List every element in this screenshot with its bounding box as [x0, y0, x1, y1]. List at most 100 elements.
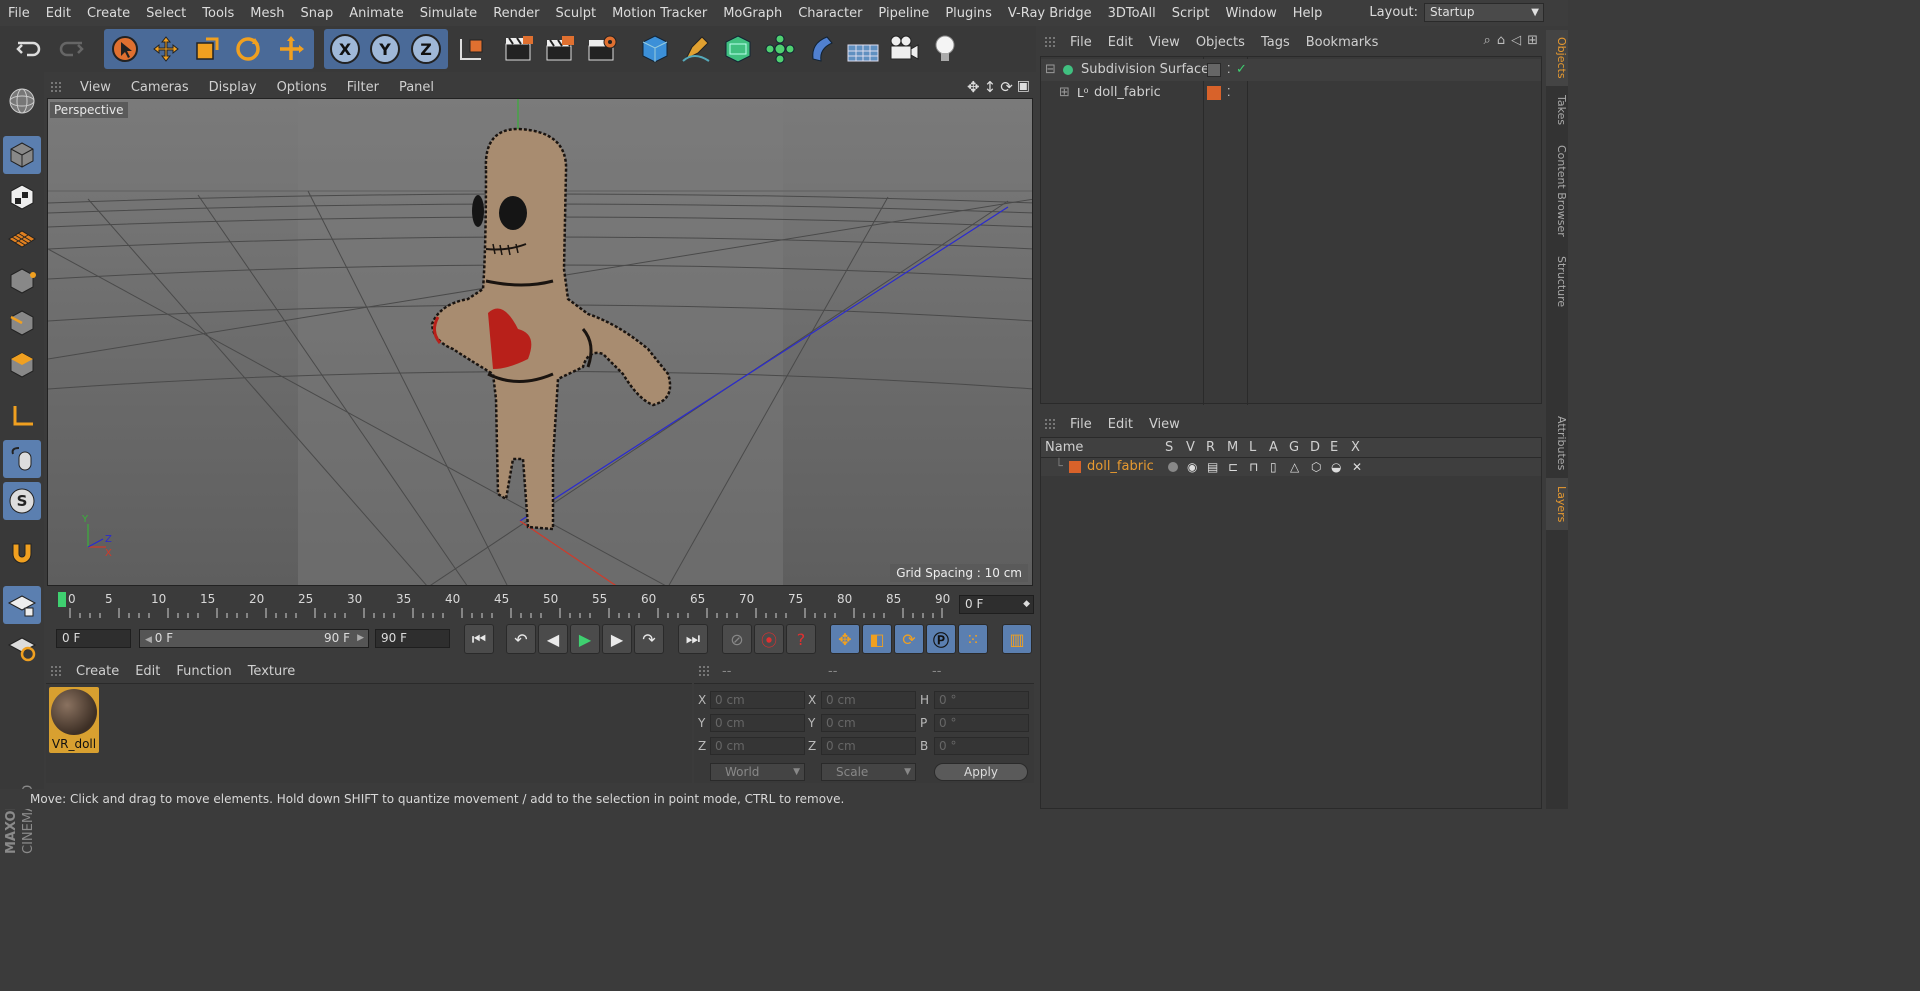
playhead-marker[interactable]	[58, 592, 66, 607]
tab-takes[interactable]: Takes	[1546, 88, 1568, 132]
preview-range-slider[interactable]: ◀ 0 F 90 F ▶	[139, 629, 369, 648]
menu-3dtoall[interactable]: 3DToAll	[1100, 6, 1164, 21]
home-icon[interactable]: ⌂	[1497, 33, 1505, 48]
play-button[interactable]: ▶	[570, 624, 600, 654]
material-menu-texture[interactable]: Texture	[240, 664, 304, 679]
cloner-button[interactable]	[761, 30, 799, 68]
transform-tool-button[interactable]	[272, 30, 310, 68]
redo-button[interactable]	[52, 30, 90, 68]
animation-film-icon[interactable]: ▯	[1270, 458, 1277, 476]
tweak-mode-button[interactable]	[3, 440, 41, 478]
key-parameter-button[interactable]: Ⓟ	[926, 624, 956, 654]
column-xref[interactable]: X	[1351, 438, 1360, 458]
grip-icon[interactable]	[50, 80, 64, 94]
size-z-field[interactable]: 0 cm	[821, 737, 916, 755]
object-menu-tags[interactable]: Tags	[1253, 35, 1298, 50]
xref-icon[interactable]: ✕	[1352, 458, 1362, 476]
collapse-icon[interactable]: ⊟	[1045, 59, 1056, 81]
menu-window[interactable]: Window	[1217, 6, 1284, 21]
autokeying-button[interactable]: ⦿	[754, 624, 784, 654]
material-swatch[interactable]: VR_doll	[49, 687, 99, 753]
x-axis-lock-button[interactable]: X	[326, 30, 364, 68]
z-axis-lock-button[interactable]: Z	[407, 30, 445, 68]
menu-simulate[interactable]: Simulate	[412, 6, 485, 21]
column-generators[interactable]: G	[1289, 438, 1299, 458]
keyframe-selection-button[interactable]: ?	[786, 624, 816, 654]
coordinate-system-button[interactable]	[452, 30, 490, 68]
material-menu-create[interactable]: Create	[68, 664, 127, 679]
pos-z-field[interactable]: 0 cm	[710, 737, 805, 755]
timeline[interactable]: 0 5 10 15 20 25 30 35 40 45 50 55 60 65 …	[46, 588, 1034, 622]
visibility-dots-icon[interactable]: ⁚	[1227, 64, 1231, 75]
render-picture-viewer-button[interactable]	[541, 30, 579, 68]
generator-icon[interactable]: △	[1290, 458, 1299, 476]
lock-icon[interactable]: ⊓	[1249, 458, 1258, 476]
stepper-icon[interactable]: ◆	[1023, 596, 1030, 613]
material-menu-function[interactable]: Function	[168, 664, 239, 679]
move-tool-button[interactable]	[147, 30, 185, 68]
coordinate-mode-dropdown[interactable]: World ▼	[710, 763, 805, 781]
material-menu-edit[interactable]: Edit	[127, 664, 168, 679]
layer-menu-view[interactable]: View	[1141, 417, 1188, 432]
orbit-icon[interactable]: ⟳	[1000, 78, 1013, 96]
column-name[interactable]: Name	[1045, 438, 1083, 458]
menu-create[interactable]: Create	[79, 6, 138, 21]
menu-render[interactable]: Render	[485, 6, 547, 21]
viewport-menu-display[interactable]: Display	[199, 80, 267, 95]
pos-y-field[interactable]: 0 cm	[710, 714, 805, 732]
points-mode-button[interactable]	[3, 262, 41, 300]
menu-tools[interactable]: Tools	[194, 6, 242, 21]
key-pla-button[interactable]: ⁙	[958, 624, 988, 654]
solo-mode-button[interactable]: S	[3, 482, 41, 520]
size-x-field[interactable]: 0 cm	[821, 691, 916, 709]
object-menu-bookmarks[interactable]: Bookmarks	[1298, 35, 1387, 50]
tab-objects[interactable]: Objects	[1546, 30, 1568, 86]
menu-mograph[interactable]: MoGraph	[715, 6, 790, 21]
texture-mode-button[interactable]	[3, 178, 41, 216]
snap-magnet-button[interactable]	[3, 534, 41, 572]
render-view-button[interactable]	[500, 30, 538, 68]
object-row-doll-fabric[interactable]: ⊞ L⁰ doll_fabric ⁚	[1041, 82, 1541, 104]
menu-motion-tracker[interactable]: Motion Tracker	[604, 6, 715, 21]
rot-b-field[interactable]: 0 °	[934, 737, 1029, 755]
dolly-icon[interactable]: ↕	[984, 78, 997, 96]
max-time-field[interactable]: 90 F	[375, 629, 450, 648]
grip-icon[interactable]	[698, 664, 712, 678]
menu-plugins[interactable]: Plugins	[937, 6, 1000, 21]
locked-workplane-button[interactable]	[3, 586, 41, 624]
axis-mode-button[interactable]	[3, 398, 41, 436]
go-to-start-button[interactable]: ⏮	[464, 624, 494, 654]
next-key-button[interactable]: ↷	[634, 624, 664, 654]
menu-select[interactable]: Select	[138, 6, 194, 21]
layer-color-icon[interactable]	[1207, 86, 1221, 100]
rotate-tool-button[interactable]	[229, 30, 267, 68]
object-menu-objects[interactable]: Objects	[1188, 35, 1253, 50]
edges-mode-button[interactable]	[3, 304, 41, 342]
column-visible[interactable]: V	[1186, 438, 1195, 458]
add-cube-button[interactable]	[636, 30, 674, 68]
menu-edit[interactable]: Edit	[38, 6, 79, 21]
record-active-button[interactable]: ⊘	[722, 624, 752, 654]
object-menu-file[interactable]: File	[1062, 35, 1100, 50]
subdivision-surface-button[interactable]	[719, 30, 757, 68]
column-expressions[interactable]: E	[1330, 438, 1338, 458]
deformer-icon[interactable]: ⬡	[1311, 458, 1321, 476]
deformer-button[interactable]	[802, 30, 840, 68]
enabled-check-icon[interactable]: ✓	[1236, 59, 1247, 81]
new-view-icon[interactable]: ⊞	[1527, 33, 1538, 48]
viewport-menu-filter[interactable]: Filter	[337, 80, 389, 95]
object-menu-view[interactable]: View	[1141, 35, 1188, 50]
column-render[interactable]: R	[1206, 438, 1215, 458]
solo-dot-icon[interactable]	[1168, 462, 1178, 472]
column-locked[interactable]: L	[1249, 438, 1256, 458]
add-spline-pen-button[interactable]	[677, 30, 715, 68]
previous-frame-button[interactable]: ◀	[538, 624, 568, 654]
layer-menu-file[interactable]: File	[1062, 417, 1100, 432]
planar-workplane-button[interactable]	[3, 628, 41, 666]
render-settings-button[interactable]	[583, 30, 621, 68]
grip-icon[interactable]	[1044, 417, 1058, 431]
grip-icon[interactable]	[1044, 35, 1058, 49]
next-frame-button[interactable]: ▶	[602, 624, 632, 654]
expression-icon[interactable]: ◒	[1331, 458, 1341, 476]
tag-slot-icon[interactable]	[1207, 63, 1221, 77]
